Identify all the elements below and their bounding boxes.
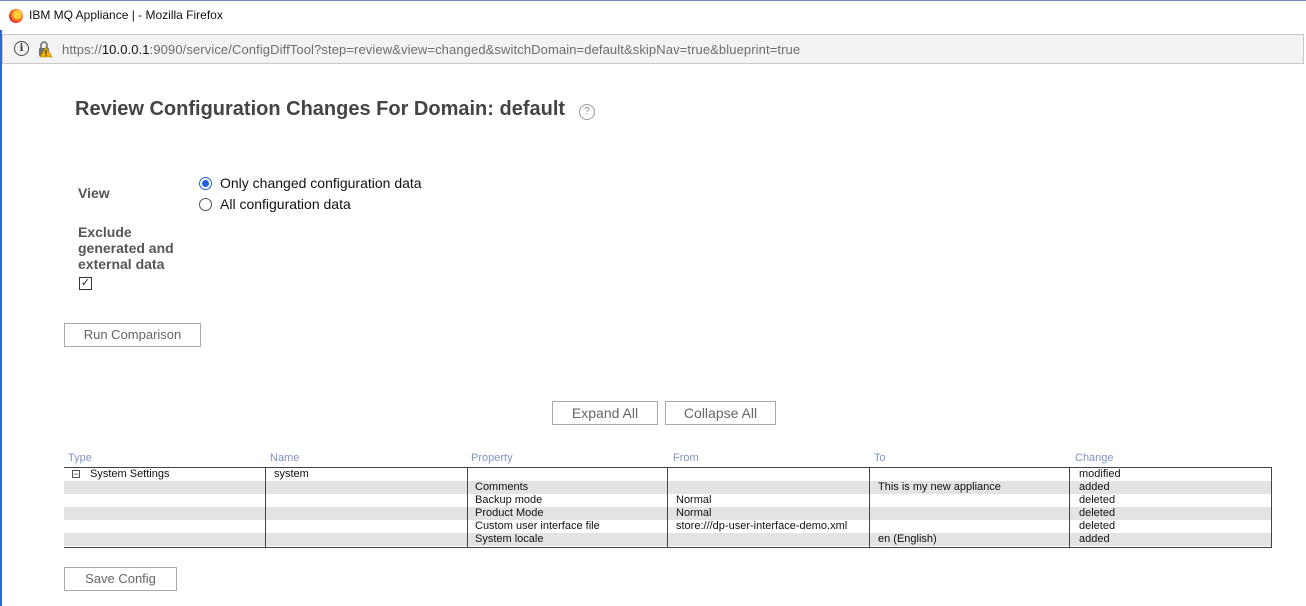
cell-from: Normal [676,507,712,519]
url-text[interactable]: https://10.0.0.1:9090/service/ConfigDiff… [62,42,800,57]
radio-all-data[interactable] [199,198,212,211]
header-name[interactable]: Name [270,452,299,464]
cell-property: Backup mode [475,494,543,506]
view-label: View [78,185,110,201]
column-divider [869,467,870,548]
cell-name: system [274,468,309,480]
exclude-label-line-3: external data [78,256,165,272]
cell-change: added [1079,481,1110,493]
header-to[interactable]: To [874,452,886,464]
url-path: :9090/service/ConfigDiffTool?step=review… [149,42,801,57]
cell-from: store:///dp-user-interface-demo.xml [676,520,848,532]
cell-change: deleted [1079,520,1116,532]
cell-change: added [1079,533,1110,545]
cell-property: Product Mode [475,507,544,519]
cell-property: Custom user interface file [475,520,600,532]
run-comparison-button[interactable]: Run Comparison [64,323,201,347]
header-change[interactable]: Change [1075,452,1114,464]
firefox-icon [9,9,23,23]
expand-all-button[interactable]: Expand All [552,401,658,425]
url-host: 10.0.0.1 [101,42,150,57]
cell-property: System locale [475,533,544,545]
exclude-generated-checkbox[interactable]: ✓ [79,277,92,290]
url-scheme: https:// [62,42,102,57]
window-titlebar: IBM MQ Appliance | - Mozilla Firefox [0,0,1306,30]
insecure-lock-icon[interactable] [37,40,53,58]
collapse-row-icon[interactable]: − [72,470,80,479]
header-type[interactable]: Type [68,452,92,464]
header-from[interactable]: From [673,452,699,464]
info-icon[interactable]: i [14,41,29,56]
window-border [0,30,2,606]
column-divider [667,467,668,548]
cell-from: Normal [676,494,712,506]
radio-only-changed-label[interactable]: Only changed configuration data [220,175,422,191]
column-divider [265,467,266,548]
page-title: Review Configuration Changes For Domain:… [75,98,566,120]
cell-to: This is my new appliance [878,481,1001,493]
window-title: IBM MQ Appliance | - Mozilla Firefox [29,8,223,22]
cell-change: deleted [1079,494,1116,506]
cell-change: deleted [1079,507,1116,519]
column-divider [1069,467,1070,548]
exclude-label-line-2: generated and [78,240,174,256]
radio-only-changed[interactable] [199,177,212,190]
help-icon[interactable]: ? [579,104,595,120]
header-property[interactable]: Property [471,452,513,464]
cell-change: modified [1079,468,1121,480]
radio-all-data-label[interactable]: All configuration data [220,196,351,212]
cell-to: en (English) [878,533,937,545]
cell-property: Comments [475,481,529,493]
save-config-button[interactable]: Save Config [64,567,177,591]
collapse-all-button[interactable]: Collapse All [665,401,776,425]
address-bar[interactable]: i https://10.0.0.1:9090/service/ConfigDi… [2,34,1304,64]
exclude-label-line-1: Exclude [78,224,132,240]
cell-type[interactable]: System Settings [90,468,169,481]
column-divider [467,467,468,548]
